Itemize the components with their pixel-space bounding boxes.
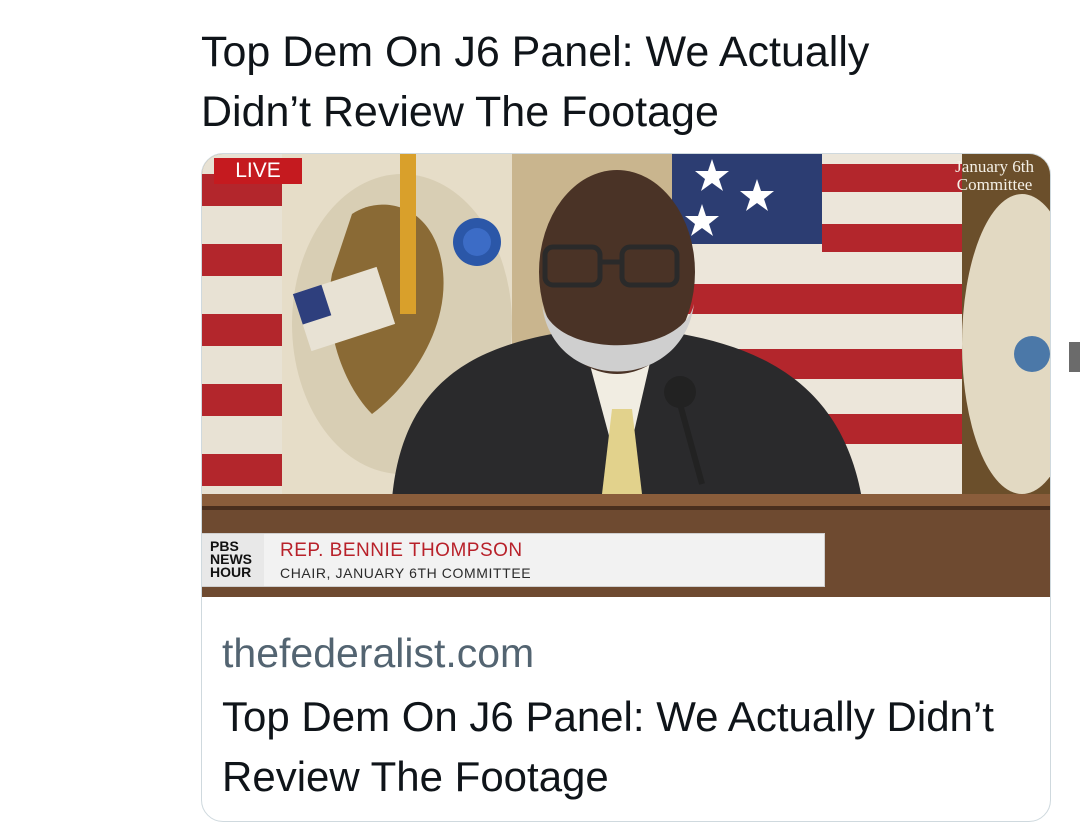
lower-third-title: CHAIR, JANUARY 6TH COMMITTEE [280, 565, 532, 581]
video-thumbnail[interactable]: LIVE January 6th Committee PBS NEWS HOUR… [202, 154, 1050, 597]
left-flag [202, 154, 292, 499]
link-preview-card[interactable]: LIVE January 6th Committee PBS NEWS HOUR… [201, 153, 1051, 822]
committee-watermark: January 6th Committee [955, 158, 1034, 194]
watermark-line-1: January 6th [955, 157, 1034, 176]
card-domain: thefederalist.com [222, 630, 535, 676]
lower-third-caption: PBS NEWS HOUR REP. BENNIE THOMPSON CHAIR… [202, 534, 824, 586]
card-text-section[interactable]: thefederalist.com Top Dem On J6 Panel: W… [202, 597, 1050, 821]
tweet-headline: Top Dem On J6 Panel: We Actually Didn’t … [201, 28, 870, 136]
pbs-newshour-logo: PBS NEWS HOUR [202, 534, 264, 586]
lower-third-name: REP. BENNIE THOMPSON [280, 540, 523, 561]
hearing-scene-image [202, 154, 1050, 597]
card-title: Top Dem On J6 Panel: We Actually Didn’t … [222, 693, 994, 800]
scrollbar-thumb[interactable] [1069, 342, 1080, 372]
right-seal [962, 154, 1050, 499]
live-badge: LIVE [214, 158, 302, 184]
pbs-logo-line-3: HOUR [210, 564, 252, 580]
watermark-line-2: Committee [956, 175, 1033, 194]
